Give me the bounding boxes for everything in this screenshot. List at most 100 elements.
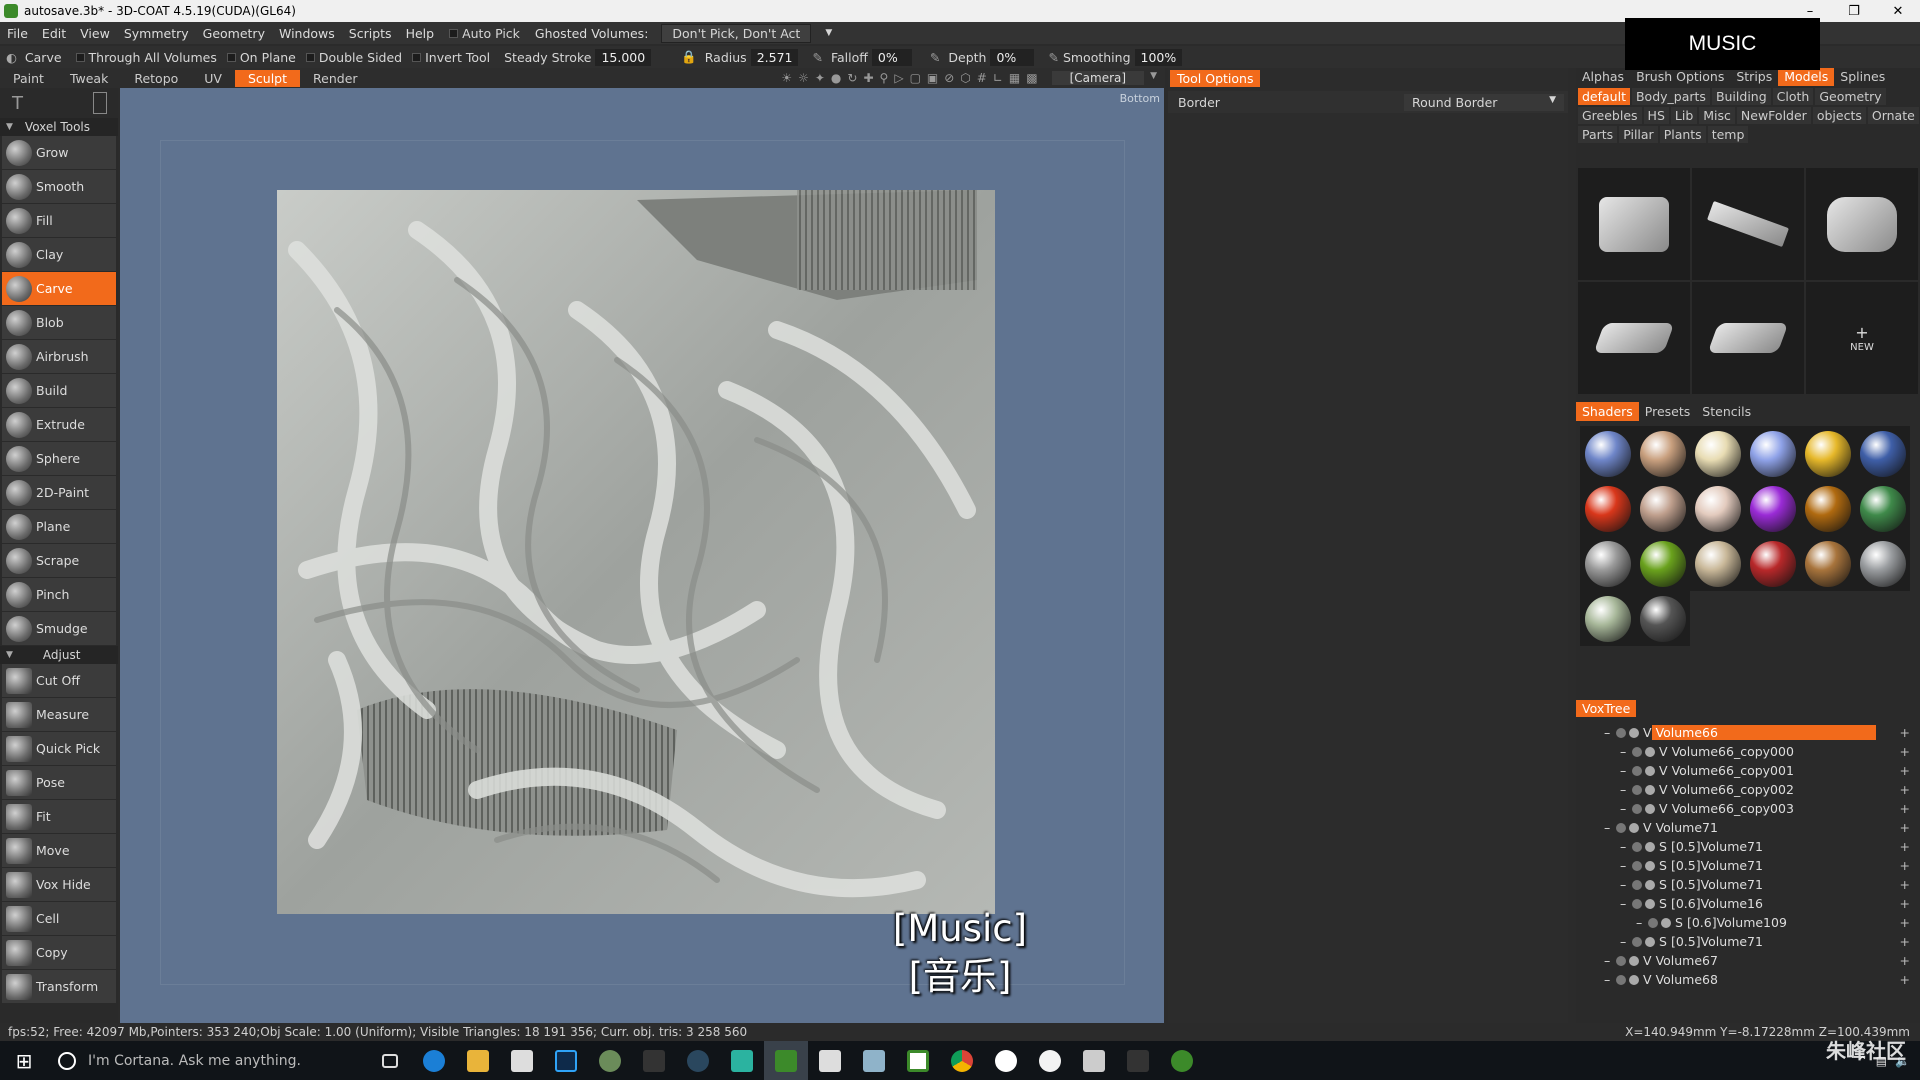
tool-cut-off[interactable]: Cut Off	[2, 664, 116, 698]
double-sided-checkbox[interactable]	[305, 52, 315, 62]
minimize-icon[interactable]: –	[1788, 4, 1832, 19]
folder-tab[interactable]: NewFolder	[1736, 107, 1811, 124]
visibility-dot-icon[interactable]	[1629, 727, 1639, 738]
chevron-down-icon[interactable]: ▼	[1150, 71, 1157, 85]
tab-tweak[interactable]: Tweak	[57, 70, 121, 87]
eye-icon[interactable]	[1616, 955, 1626, 966]
shader-swatch[interactable]	[1800, 481, 1855, 536]
folder-tab[interactable]: Building	[1711, 88, 1771, 105]
shader-swatch[interactable]	[1580, 481, 1635, 536]
eye-icon[interactable]	[1616, 727, 1626, 738]
voxtree-tab[interactable]: VoxTree	[1576, 700, 1637, 717]
fit-icon[interactable]: ▣	[927, 71, 938, 85]
tool-transform[interactable]: Transform	[2, 970, 116, 1004]
close-icon[interactable]: ✕	[1876, 4, 1920, 19]
add-icon[interactable]: +	[1900, 915, 1910, 930]
tool-fit[interactable]: Fit	[2, 800, 116, 834]
tool-vox-hide[interactable]: Vox Hide	[2, 868, 116, 902]
store-icon[interactable]	[500, 1041, 544, 1080]
rotate-icon[interactable]: ↻	[847, 71, 857, 85]
tab-paint[interactable]: Paint	[0, 70, 57, 87]
add-icon[interactable]: +	[1900, 839, 1910, 854]
visibility-dot-icon[interactable]	[1645, 879, 1655, 890]
new-model-button[interactable]: + NEW	[1806, 282, 1918, 394]
tree-expander[interactable]: –	[1604, 725, 1616, 740]
menu-windows[interactable]: Windows	[272, 26, 342, 41]
border-dropdown[interactable]: Round Border ▼	[1404, 93, 1564, 111]
shader-swatch[interactable]	[1800, 426, 1855, 481]
shader-swatch[interactable]	[1690, 536, 1745, 591]
zoom-icon[interactable]: ⚲	[880, 71, 889, 85]
tool-build[interactable]: Build	[2, 374, 116, 408]
play-icon[interactable]: ▷	[894, 71, 903, 85]
folder-tab[interactable]: Lib	[1670, 107, 1698, 124]
tab-sculpt[interactable]: Sculpt	[234, 69, 301, 87]
add-icon[interactable]: +	[1900, 763, 1910, 778]
tree-expander[interactable]: –	[1620, 858, 1632, 873]
auto-pick-checkbox[interactable]	[449, 28, 459, 38]
eye-icon[interactable]	[1632, 746, 1642, 757]
voxtree-row[interactable]: – S [0.5]Volume71 +	[1576, 837, 1920, 856]
shader-swatch[interactable]	[1855, 481, 1910, 536]
smoothing-value[interactable]: 100%	[1134, 48, 1183, 66]
tab-models[interactable]: Models	[1778, 68, 1835, 86]
through-all-volumes-checkbox[interactable]	[75, 52, 85, 62]
tree-expander[interactable]: –	[1620, 877, 1632, 892]
tab-uv[interactable]: UV	[191, 70, 235, 87]
tool-measure[interactable]: Measure	[2, 698, 116, 732]
tool-cell[interactable]: Cell	[2, 902, 116, 936]
chrome-icon[interactable]	[940, 1041, 984, 1080]
steady-stroke-value[interactable]: 15.000	[595, 48, 652, 66]
folder-tab[interactable]: Ornate	[1867, 107, 1919, 124]
visibility-dot-icon[interactable]	[1645, 746, 1655, 757]
tool-carve[interactable]: Carve	[2, 272, 116, 306]
tab-presets[interactable]: Presets	[1639, 402, 1697, 421]
model-thumbnail[interactable]	[1692, 168, 1804, 280]
text-icon[interactable]: T	[12, 93, 23, 114]
tab-stencils[interactable]: Stencils	[1696, 402, 1757, 421]
tree-expander[interactable]: –	[1620, 896, 1632, 911]
shader-swatch[interactable]	[1635, 426, 1690, 481]
add-icon[interactable]: +	[1900, 858, 1910, 873]
menu-scripts[interactable]: Scripts	[342, 26, 399, 41]
shader-swatch[interactable]	[1580, 536, 1635, 591]
image-icon[interactable]: ▩	[1026, 71, 1037, 85]
edge-icon[interactable]	[412, 1041, 456, 1080]
tree-expander[interactable]: –	[1604, 820, 1616, 835]
adjust-header[interactable]: ▼ Adjust	[0, 646, 118, 664]
tree-expander[interactable]: –	[1620, 763, 1632, 778]
menu-edit[interactable]: Edit	[35, 26, 73, 41]
tool-airbrush[interactable]: Airbrush	[2, 340, 116, 374]
menu-view[interactable]: View	[73, 26, 117, 41]
eye-icon[interactable]	[1632, 898, 1642, 909]
grid-icon[interactable]: #	[977, 71, 987, 85]
folder-tab[interactable]: Greebles	[1578, 107, 1642, 124]
folder-tab[interactable]: Body_parts	[1631, 88, 1710, 105]
move-icon[interactable]: ✚	[863, 71, 873, 85]
tree-expander[interactable]: –	[1604, 972, 1616, 987]
visibility-dot-icon[interactable]	[1645, 936, 1655, 947]
tree-expander[interactable]: –	[1636, 915, 1648, 930]
eye-icon[interactable]	[1632, 936, 1642, 947]
shader-swatch[interactable]	[1855, 536, 1910, 591]
menu-file[interactable]: File	[0, 26, 35, 41]
eye-icon[interactable]	[1632, 784, 1642, 795]
folder-tab[interactable]: Cloth	[1772, 88, 1814, 105]
depth-value[interactable]: 0%	[990, 48, 1035, 66]
visibility-dot-icon[interactable]	[1645, 860, 1655, 871]
falloff-value[interactable]: 0%	[871, 48, 912, 66]
itunes-icon[interactable]	[1028, 1041, 1072, 1080]
menu-geometry[interactable]: Geometry	[196, 26, 272, 41]
add-icon[interactable]: +	[1900, 972, 1910, 987]
tree-expander[interactable]: –	[1620, 782, 1632, 797]
tool-extrude[interactable]: Extrude	[2, 408, 116, 442]
epic-games-icon[interactable]	[632, 1041, 676, 1080]
folder-tab[interactable]: Misc	[1699, 107, 1735, 124]
shader-swatch[interactable]	[1745, 481, 1800, 536]
app-icon[interactable]	[720, 1041, 764, 1080]
model-thumbnail[interactable]	[1806, 168, 1918, 280]
tool-2d-paint[interactable]: 2D-Paint	[2, 476, 116, 510]
add-icon[interactable]: +	[1900, 782, 1910, 797]
folder-tab[interactable]: Plants	[1659, 126, 1706, 143]
tool-clay[interactable]: Clay	[2, 238, 116, 272]
